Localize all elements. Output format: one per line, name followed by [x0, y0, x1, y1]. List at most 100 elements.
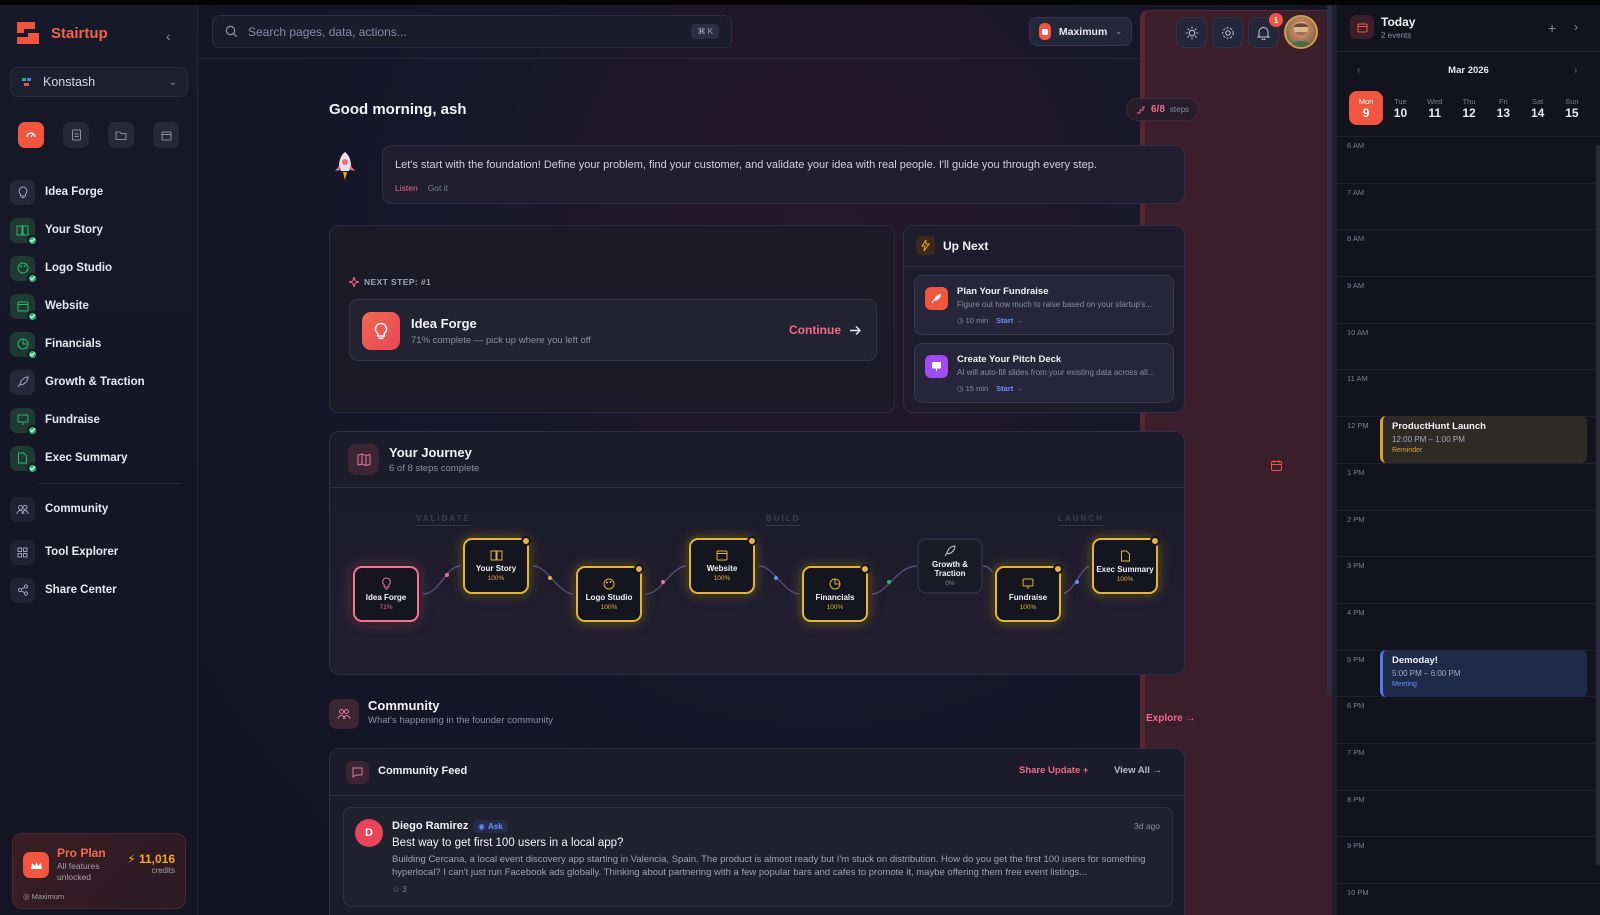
- hour-slot[interactable]: 10 PM: [1337, 883, 1600, 915]
- hour-slot[interactable]: 10 AM: [1337, 322, 1600, 370]
- next-step-item[interactable]: Idea Forge 71% complete — pick up where …: [349, 299, 877, 361]
- theme-toggle-sun-icon[interactable]: [1176, 17, 1207, 48]
- explore-link[interactable]: Explore →: [1146, 713, 1195, 724]
- calendar-event-producthunt[interactable]: ProductHunt Launch 12:00 PM – 1:00 PM Re…: [1380, 416, 1587, 463]
- credits-value: 11,016: [138, 852, 175, 866]
- calendar-icon[interactable]: [153, 122, 179, 148]
- settings-gear-icon[interactable]: [1212, 17, 1243, 48]
- journey-step-logo-studio[interactable]: Logo Studio 100%: [576, 564, 644, 622]
- like-button[interactable]: ☆ 3: [392, 884, 407, 895]
- post-tag-badge: ◉ Ask: [473, 820, 508, 833]
- sidebar-item-idea-forge[interactable]: Idea Forge: [9, 173, 189, 211]
- feed-post[interactable]: D Diego Ramirez ◉ Ask 3d ago Best way to …: [343, 807, 1173, 907]
- hour-slot[interactable]: 9 PM: [1337, 836, 1600, 883]
- hour-slot[interactable]: 7 AM: [1337, 182, 1600, 230]
- plan-card[interactable]: Pro Plan All features unlocked ⚡ 11,016 c…: [12, 833, 186, 909]
- sidebar-item-website[interactable]: Website: [9, 287, 189, 325]
- dashboard-icon[interactable]: [18, 122, 44, 148]
- day-cell[interactable]: Sat 14: [1520, 91, 1554, 125]
- sidebar-item-logo-studio[interactable]: Logo Studio: [9, 249, 189, 287]
- up-next-item[interactable]: Create Your Pitch Deck AI will auto-fill…: [914, 343, 1174, 403]
- sidebar-item-share-center[interactable]: Share Center: [9, 571, 189, 609]
- post-title[interactable]: Best way to get first 100 users in a loc…: [392, 837, 623, 849]
- sidebar-item-tool-explorer[interactable]: Tool Explorer: [9, 533, 189, 571]
- tier-label: Maximum: [1058, 25, 1108, 38]
- hour-slot[interactable]: 8 PM: [1337, 789, 1600, 837]
- listen-button[interactable]: Listen: [395, 183, 418, 193]
- map-icon: [348, 444, 379, 475]
- notifications-bell-icon[interactable]: 1: [1248, 13, 1283, 48]
- clock-duration: ◷ 15 min: [957, 384, 989, 393]
- hour-label: 10 AM: [1347, 327, 1369, 337]
- sidebar-item-financials[interactable]: Financials: [9, 325, 189, 363]
- journey-step-website[interactable]: Website 100%: [689, 536, 757, 594]
- close-panel-chevron-icon[interactable]: ›: [1574, 20, 1578, 34]
- hour-slot[interactable]: 3 PM: [1337, 556, 1600, 603]
- add-event-plus-icon[interactable]: +: [1548, 20, 1556, 36]
- star-badge-icon: [634, 564, 644, 574]
- hour-slot[interactable]: 2 PM: [1337, 509, 1600, 557]
- sidebar-item-community[interactable]: Community: [9, 490, 189, 528]
- continue-button[interactable]: Continue: [789, 323, 862, 337]
- start-link[interactable]: Start →: [996, 384, 1023, 393]
- journey-step-growth-traction[interactable]: Growth & Traction 0%: [917, 538, 983, 594]
- hour-slot[interactable]: 8 AM: [1337, 229, 1600, 276]
- collapse-sidebar-icon[interactable]: ‹: [166, 28, 171, 44]
- dismiss-button[interactable]: Got it: [428, 183, 448, 193]
- start-link[interactable]: Start →: [996, 316, 1023, 325]
- journey-step-fundraise[interactable]: Fundraise 100%: [995, 564, 1063, 622]
- hour-slot[interactable]: 7 PM: [1337, 742, 1600, 790]
- user-avatar[interactable]: [1284, 15, 1318, 49]
- like-count: 3: [401, 884, 407, 894]
- day-cell-selected[interactable]: Mon 9: [1349, 91, 1384, 125]
- journey-step-idea-forge[interactable]: Idea Forge 71%: [353, 566, 419, 622]
- folder-icon[interactable]: [108, 122, 134, 148]
- journey-step-label: Your Story: [475, 564, 517, 573]
- view-all-link[interactable]: View All →: [1114, 765, 1162, 776]
- calendar-scrollbar[interactable]: [1596, 145, 1600, 865]
- calendar-month: Mar 2026: [1448, 65, 1489, 76]
- hour-slot[interactable]: 9 AM: [1337, 276, 1600, 323]
- next-step-title: Idea Forge: [411, 316, 477, 331]
- palette-icon: [603, 578, 615, 589]
- sidebar-item-exec-summary[interactable]: Exec Summary: [9, 439, 189, 477]
- next-week-chevron-icon[interactable]: ›: [1574, 65, 1577, 76]
- share-update-button[interactable]: Share Update +: [1019, 765, 1088, 776]
- post-author[interactable]: Diego Ramirez: [392, 820, 468, 832]
- day-cell[interactable]: Fri 13: [1486, 91, 1520, 125]
- sidebar-item-your-story[interactable]: Your Story: [9, 211, 189, 249]
- author-avatar[interactable]: D: [355, 819, 383, 847]
- hour-slot[interactable]: 6 PM: [1337, 696, 1600, 743]
- next-step-label-text: NEXT STEP: #1: [364, 277, 432, 287]
- day-cell[interactable]: Tue 10: [1383, 91, 1417, 125]
- journey-subtitle: 6 of 8 steps complete: [389, 463, 480, 474]
- hour-slot[interactable]: 4 PM: [1337, 602, 1600, 650]
- journey-step-your-story[interactable]: Your Story 100%: [463, 536, 531, 594]
- day-cell[interactable]: Sun 15: [1555, 91, 1589, 125]
- day-cell[interactable]: Thu 12: [1452, 91, 1486, 125]
- document-icon[interactable]: [63, 122, 89, 148]
- org-switcher[interactable]: Konstash ⌄: [10, 67, 188, 97]
- day-cell[interactable]: Wed 11: [1418, 91, 1452, 125]
- sidebar-item-fundraise[interactable]: Fundraise: [9, 401, 189, 439]
- sidebar-item-label: Community: [45, 503, 109, 515]
- up-next-item[interactable]: Plan Your Fundraise Figure out how much …: [914, 275, 1174, 335]
- feed-title: Community Feed: [378, 765, 468, 777]
- up-next-item-desc: Figure out how much to raise based on yo…: [957, 300, 1152, 309]
- calendar-event-demoday[interactable]: Demoday! 5:00 PM – 6:00 PM Meeting: [1380, 650, 1587, 697]
- rocket-icon: [925, 287, 948, 310]
- hour-slot[interactable]: 1 PM: [1337, 462, 1600, 510]
- journey-step-exec-summary[interactable]: Exec Summary 100%: [1092, 536, 1160, 594]
- journey-step-financials[interactable]: Financials 100%: [802, 564, 870, 622]
- brand-logo[interactable]: Stairtup: [13, 18, 108, 48]
- hour-slot[interactable]: 11 AM: [1337, 369, 1600, 416]
- hour-label: 5 PM: [1347, 654, 1365, 664]
- day-name: Fri: [1498, 96, 1508, 106]
- org-name: Konstash: [43, 75, 96, 89]
- sidebar-item-growth-traction[interactable]: Growth & Traction: [9, 363, 189, 401]
- hour-slot[interactable]: 6 AM: [1337, 136, 1600, 183]
- sidebar-item-label: Exec Summary: [45, 452, 128, 464]
- tier-selector[interactable]: Maximum ⌄: [1029, 17, 1132, 46]
- search-input[interactable]: Search pages, data, actions... ⌘ K: [212, 15, 732, 48]
- journey-step-label: Growth & Traction: [932, 560, 968, 578]
